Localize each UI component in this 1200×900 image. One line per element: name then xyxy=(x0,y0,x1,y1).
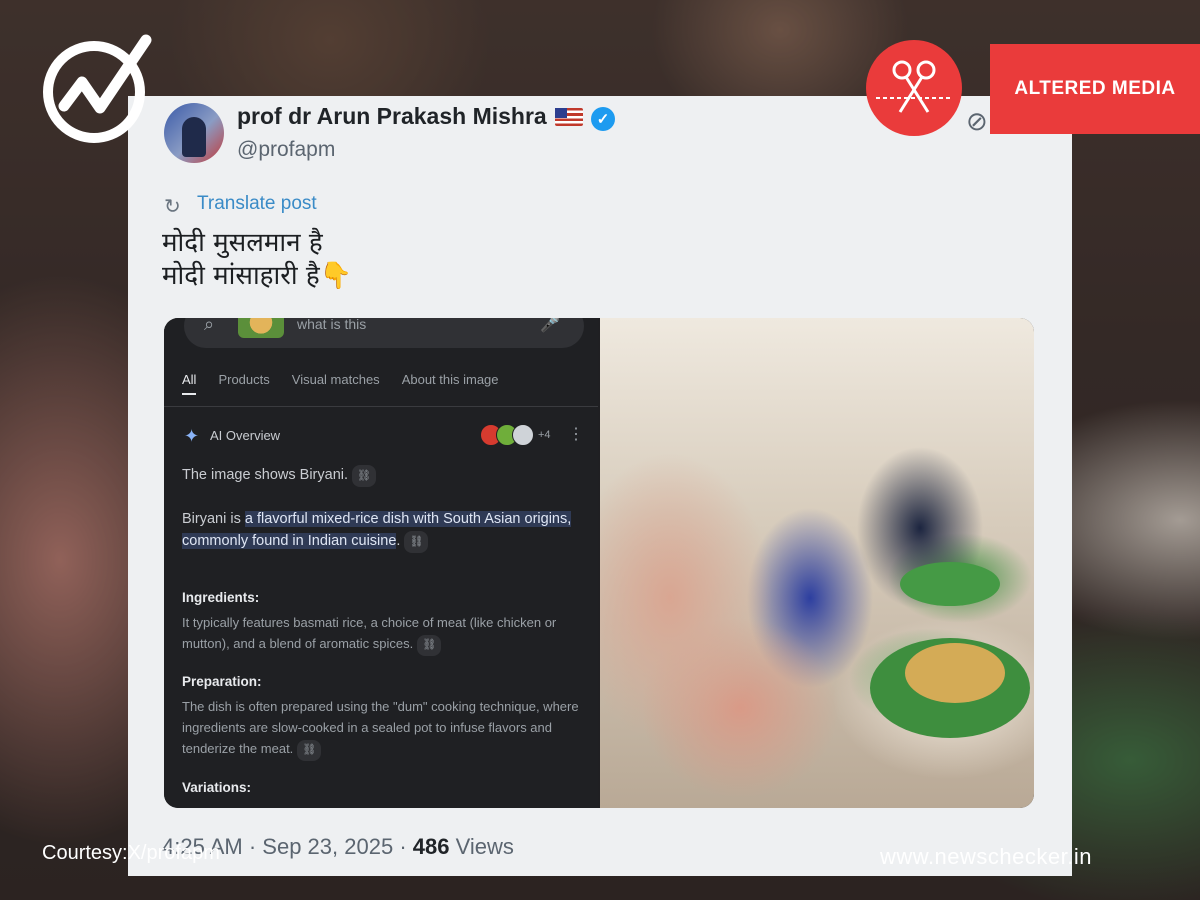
translate-post-link[interactable]: Translate post xyxy=(197,193,317,215)
link-icon: ⛓ xyxy=(404,531,429,553)
event-photo xyxy=(600,318,1034,808)
newschecker-logo-icon xyxy=(36,34,152,150)
tab-all: All xyxy=(182,372,197,395)
user-handle[interactable]: @profapm xyxy=(237,138,335,162)
leaf-plate xyxy=(900,562,1000,606)
link-icon: ⛓ xyxy=(417,635,442,656)
preparation-heading: Preparation: xyxy=(182,674,262,689)
link-icon: ⛓ xyxy=(352,465,376,487)
ingredients-text: It typically features basmati rice, a ch… xyxy=(182,612,587,656)
courtesy-credit: Courtesy:X/profapm xyxy=(42,842,220,864)
mic-icon: 🎤 xyxy=(540,318,560,333)
avatar[interactable] xyxy=(164,103,224,163)
google-lens-screenshot: ⌕ what is this 🎤 All Products Visual match… xyxy=(164,318,598,808)
display-name[interactable]: prof dr Arun Prakash Mishra xyxy=(237,103,547,130)
ai-intro: The image shows Biryani. ⛓ xyxy=(182,464,582,487)
scissors-icon xyxy=(866,40,962,136)
us-flag-icon xyxy=(555,108,583,126)
pointing-down-emoji: 👇 xyxy=(319,261,353,291)
variations-heading: Variations: xyxy=(182,780,252,795)
views-label: Views xyxy=(455,834,514,859)
post-media[interactable]: ⌕ what is this 🎤 All Products Visual match… xyxy=(164,318,1034,808)
search-query: what is this xyxy=(297,318,367,332)
tab-about-image: About this image xyxy=(401,372,499,387)
tabs-divider xyxy=(164,406,598,407)
tab-visual-matches: Visual matches xyxy=(291,372,380,387)
ai-definition: Biryani is a flavorful mixed-rice dish w… xyxy=(182,508,582,553)
search-tabs: All Products Visual matches About this imag… xyxy=(182,372,521,395)
search-icon: ⌕ xyxy=(204,318,215,334)
query-thumbnail xyxy=(238,318,284,338)
sparkle-icon: ✦ xyxy=(184,426,200,446)
translate-icon: ↻ xyxy=(164,196,181,218)
views-count: 486 xyxy=(412,834,450,859)
sources-more-count: +4 xyxy=(538,429,551,441)
post-text: मोदी मुसलमान है मोदी मांसाहारी है👇 xyxy=(162,227,352,293)
biryani-food xyxy=(905,643,1005,703)
post-text-line-1: मोदी मुसलमान है xyxy=(162,228,323,258)
ingredients-heading: Ingredients: xyxy=(182,590,260,605)
post-date[interactable]: Sep 23, 2025 xyxy=(262,834,393,859)
source-icon xyxy=(512,424,534,446)
link-icon: ⛓ xyxy=(297,740,322,761)
altered-media-badge: ALTERED MEDIA xyxy=(990,44,1200,134)
ai-overview-label: AI Overview xyxy=(210,428,281,443)
kebab-menu-icon: ⋮ xyxy=(568,426,584,443)
grok-icon[interactable]: ⊘ xyxy=(966,106,988,137)
post-text-line-2: मोदी मांसाहारी है👇 xyxy=(162,261,353,291)
site-url: www.newschecker.in xyxy=(880,844,1092,869)
preparation-text: The dish is often prepared using the "du… xyxy=(182,696,587,761)
tab-products: Products xyxy=(218,372,270,387)
source-icons: +4 xyxy=(480,424,551,446)
verified-badge-icon: ✓ xyxy=(591,107,615,131)
